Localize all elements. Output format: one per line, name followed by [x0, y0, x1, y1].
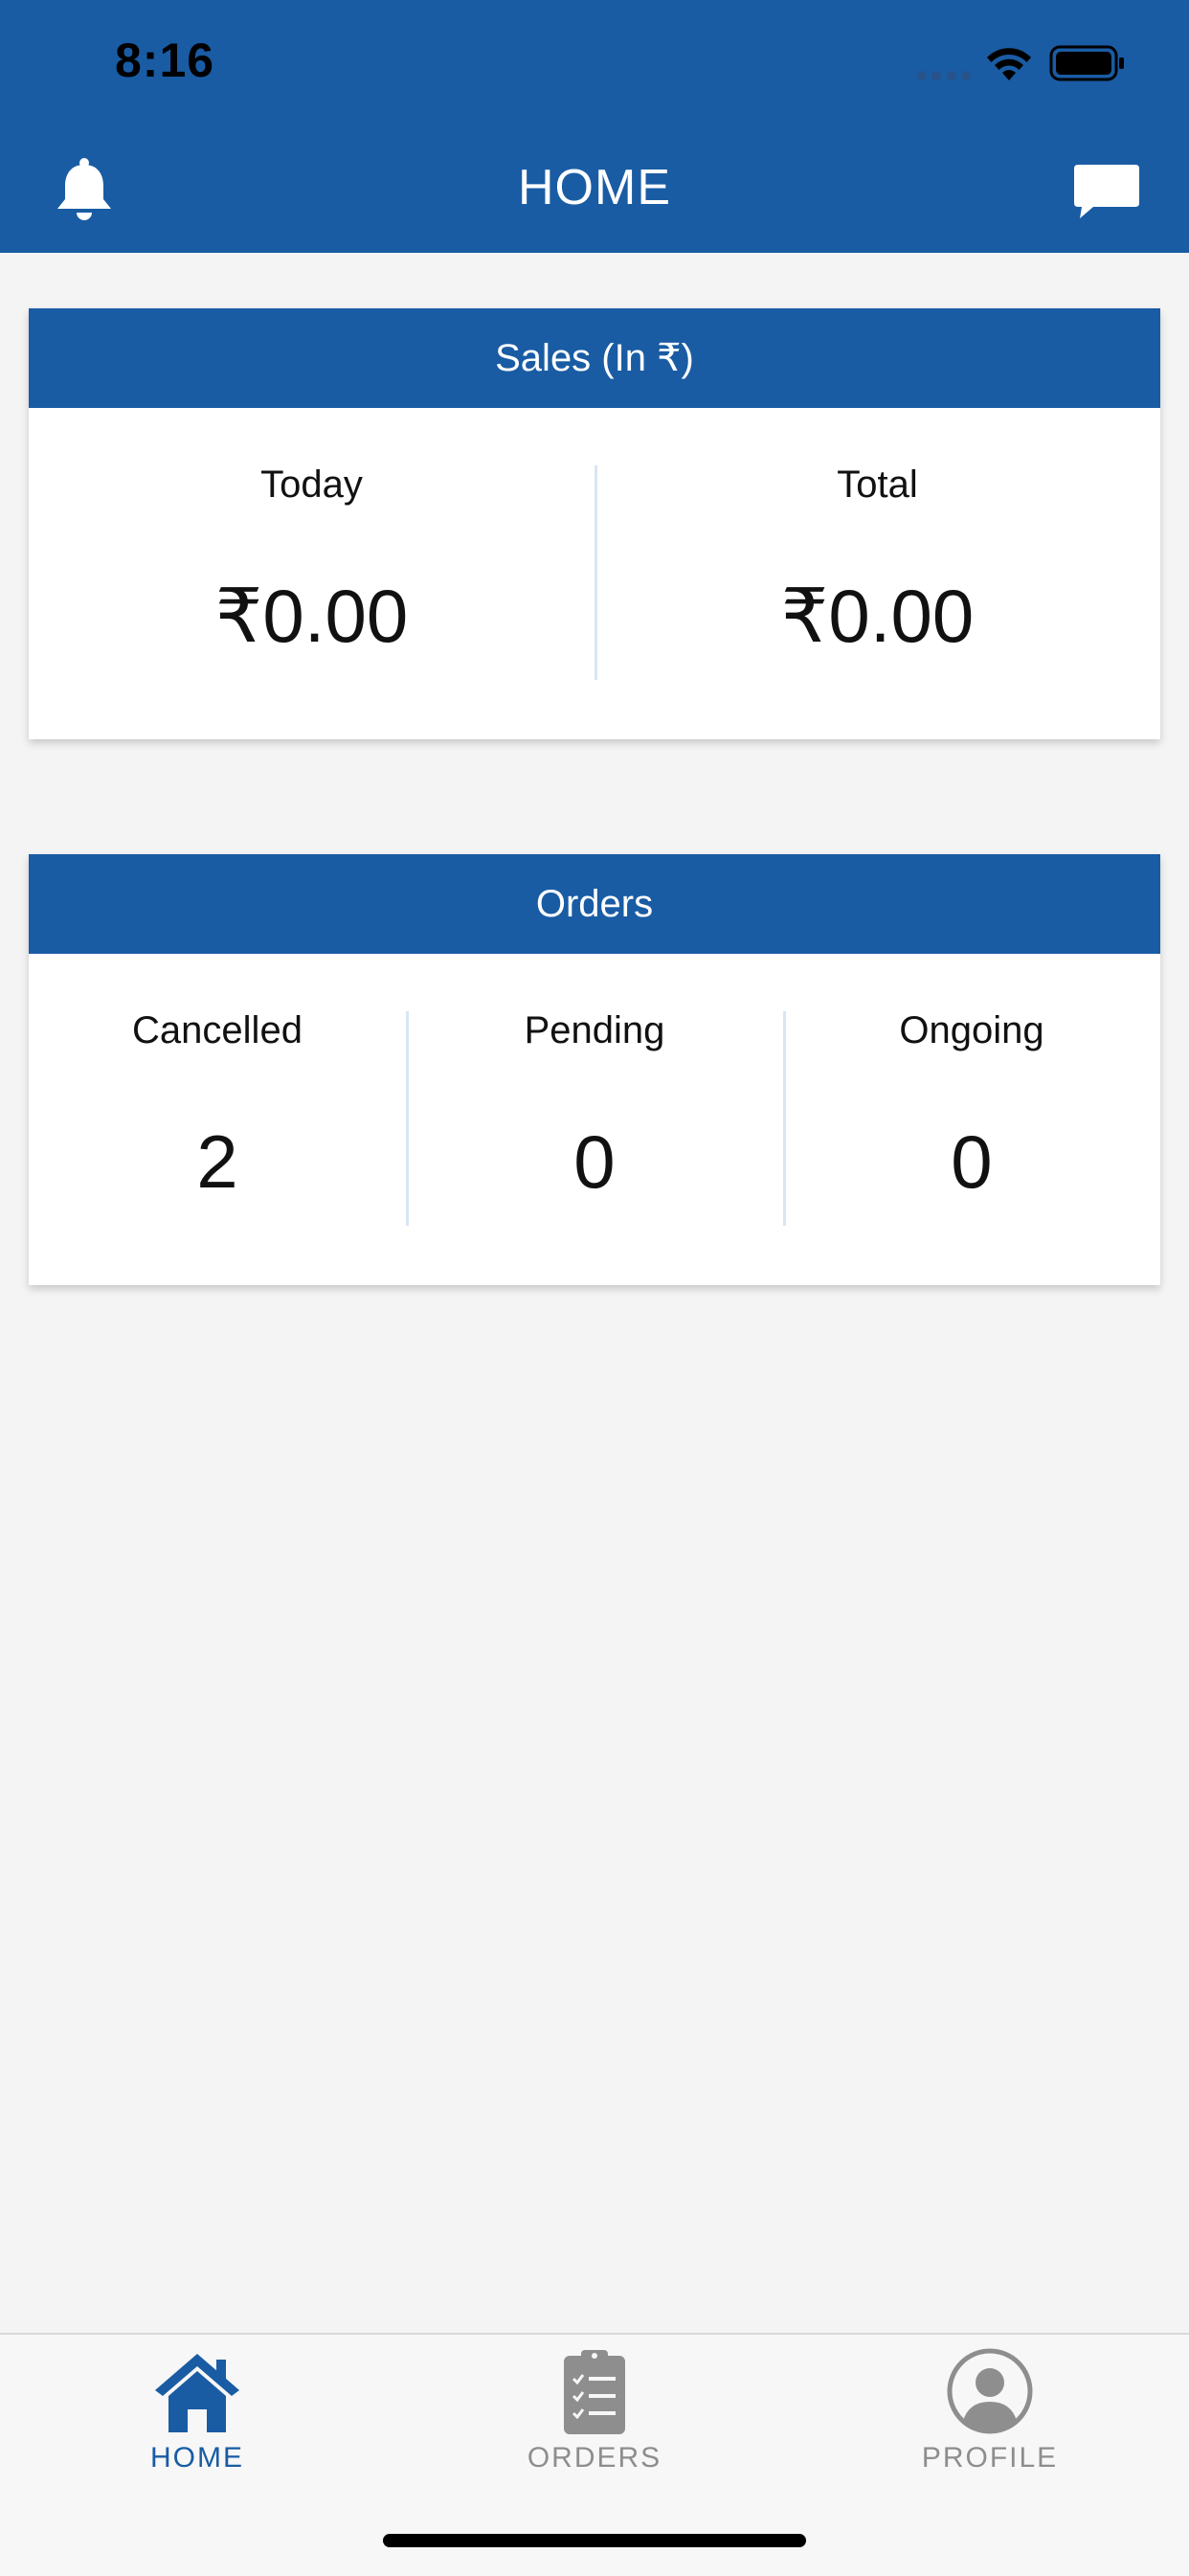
sales-total-value: ₹0.00	[780, 574, 975, 658]
orders-ongoing[interactable]: Ongoing 0	[783, 954, 1160, 1285]
orders-cancelled-value: 2	[196, 1119, 238, 1204]
app-header: HOME	[0, 126, 1189, 253]
orders-card-title: Orders	[29, 854, 1160, 954]
orders-ongoing-value: 0	[951, 1119, 993, 1204]
tab-profile-label: PROFILE	[921, 2442, 1059, 2474]
sales-card: Sales (In ₹) Today ₹0.00 Total ₹0.00	[29, 308, 1160, 739]
tab-home-label: HOME	[150, 2442, 244, 2474]
sales-today-label: Today	[260, 463, 363, 506]
orders-pending[interactable]: Pending 0	[406, 954, 783, 1285]
home-indicator[interactable]	[383, 2534, 806, 2547]
sales-card-title: Sales (In ₹)	[29, 308, 1160, 408]
sales-total: Total ₹0.00	[594, 408, 1160, 739]
tab-home[interactable]: HOME	[54, 2348, 341, 2492]
sales-today: Today ₹0.00	[29, 408, 594, 739]
home-icon	[155, 2354, 239, 2432]
page-title: HOME	[518, 160, 671, 215]
orders-card-body: Cancelled 2 Pending 0 Ongoing 0	[29, 954, 1160, 1285]
tab-profile[interactable]: PROFILE	[846, 2348, 1133, 2492]
cellular-signal-icon	[917, 71, 971, 80]
tab-orders-label: ORDERS	[527, 2442, 662, 2474]
chat-icon	[1074, 165, 1139, 218]
sales-total-label: Total	[837, 463, 918, 506]
orders-ongoing-label: Ongoing	[899, 1009, 1044, 1051]
battery-icon	[1049, 45, 1124, 81]
orders-cancelled[interactable]: Cancelled 2	[29, 954, 406, 1285]
wifi-icon	[987, 48, 1031, 80]
orders-pending-value: 0	[573, 1119, 616, 1204]
status-bar: 8:16	[0, 0, 1189, 126]
sales-today-value: ₹0.00	[214, 574, 409, 658]
status-time: 8:16	[115, 34, 215, 87]
tab-orders[interactable]: ORDERS	[451, 2348, 738, 2492]
orders-cancelled-label: Cancelled	[132, 1009, 303, 1051]
orders-pending-label: Pending	[524, 1009, 665, 1051]
clipboard-icon	[564, 2350, 625, 2434]
messages-button[interactable]	[1072, 161, 1141, 224]
sales-card-body: Today ₹0.00 Total ₹0.00	[29, 408, 1160, 739]
profile-icon	[947, 2348, 1033, 2434]
orders-card: Orders Cancelled 2 Pending 0 Ongoing 0	[29, 854, 1160, 1285]
